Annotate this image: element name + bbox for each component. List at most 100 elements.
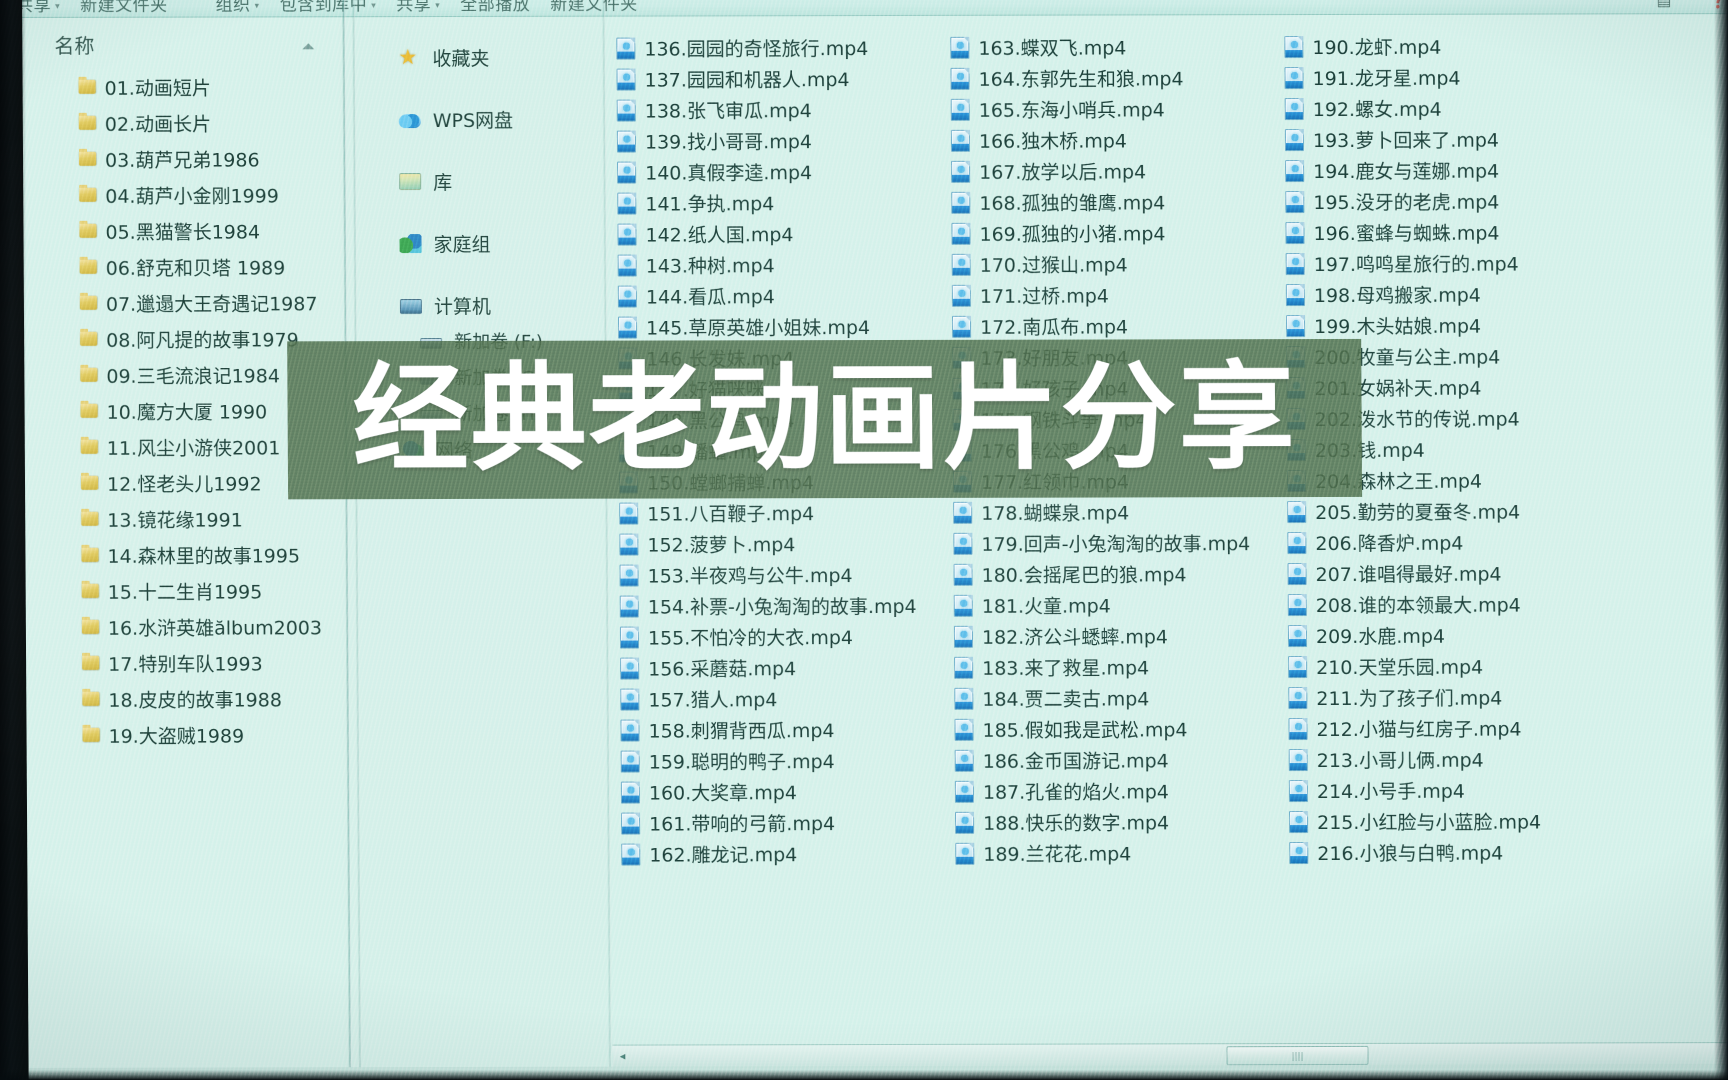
file-list-item[interactable]: 172.南瓜布.mp4	[946, 310, 1280, 342]
file-list-item-label: 211.为了孩子们.mp4	[1316, 687, 1503, 711]
folder-list-item[interactable]: 04.葫芦小金刚1999	[21, 176, 339, 213]
file-list-item[interactable]: 215.小红脸与小蓝脸.mp4	[1283, 805, 1617, 837]
folder-list-item[interactable]: 16.水浒英雄ălbum2003	[24, 608, 342, 645]
file-list-item[interactable]: 169.孤独的小猪.mp4	[945, 217, 1279, 249]
folder-list-item[interactable]: 15.十二生肖1995	[24, 572, 342, 609]
file-list-item[interactable]: 195.没牙的老虎.mp4	[1279, 185, 1613, 217]
file-list-item[interactable]: 189.兰花花.mp4	[949, 837, 1283, 869]
nav-item-4[interactable]: 计算机	[358, 287, 606, 324]
file-list-item[interactable]: 187.孔雀的焰火.mp4	[949, 775, 1283, 807]
folder-list-item[interactable]: 06.舒克和贝塔 1989	[22, 248, 340, 285]
file-list-item[interactable]: 164.东郭先生和狼.mp4	[944, 62, 1278, 94]
file-list-item[interactable]: 213.小哥儿俩.mp4	[1283, 743, 1617, 775]
video-thumb-glyph-icon	[1289, 162, 1302, 174]
file-list-item[interactable]: 214.小号手.mp4	[1283, 774, 1617, 806]
file-list-item[interactable]: 199.木头姑娘.mp4	[1280, 309, 1614, 341]
file-list-item[interactable]: 155.不怕冷的大衣.mp4	[614, 621, 948, 653]
file-list-item[interactable]: 197.鸣鸣星旅行的.mp4	[1280, 247, 1614, 279]
file-list-item[interactable]: 144.看瓜.mp4	[612, 280, 946, 312]
folder-list-item[interactable]: 01.动画短片	[20, 68, 338, 105]
file-list-item[interactable]: 209.水鹿.mp4	[1282, 619, 1616, 651]
file-list-item[interactable]: 208.谁的本领最大.mp4	[1282, 588, 1616, 620]
file-list-item[interactable]: 151.八百鞭子.mp4	[613, 497, 947, 529]
toolbar-new-folder[interactable]: 新建文件夹	[540, 0, 648, 15]
file-list-item[interactable]: 163.蝶双飞.mp4	[944, 31, 1278, 63]
file-list-item[interactable]: 138.张飞审瓜.mp4	[611, 94, 945, 126]
file-list-item[interactable]: 171.过桥.mp4	[946, 279, 1280, 311]
column-header-name[interactable]: 名称	[20, 23, 338, 69]
file-list-item[interactable]: 159.聪明的鸭子.mp4	[615, 745, 949, 777]
file-list-item[interactable]: 194.鹿女与莲娜.mp4	[1279, 154, 1613, 186]
file-list-item[interactable]: 181.火童.mp4	[948, 589, 1282, 621]
file-list-item[interactable]: 196.蜜蜂与蜘蛛.mp4	[1279, 216, 1613, 248]
file-list-item[interactable]: 139.找小哥哥.mp4	[611, 125, 945, 157]
chevron-down-icon[interactable]: ▾	[1690, 0, 1695, 3]
file-list-item[interactable]: 179.回声-小兔淘淘的故事.mp4	[947, 527, 1281, 559]
file-list-item[interactable]: 157.猎人.mp4	[614, 683, 948, 715]
nav-item-0[interactable]: ★ 收藏夹	[356, 39, 604, 76]
horizontal-scrollbar[interactable]: ◂ ▸	[612, 1042, 1728, 1067]
file-list-item[interactable]: 192.螺女.mp4	[1279, 92, 1613, 124]
file-list-item[interactable]: 211.为了孩子们.mp4	[1282, 681, 1616, 713]
file-list-item[interactable]: 216.小狼与白鸭.mp4	[1283, 836, 1617, 868]
file-list-item[interactable]: 170.过猴山.mp4	[946, 248, 1280, 280]
file-list-item[interactable]: 143.种树.mp4	[612, 249, 946, 281]
file-list-item[interactable]: 188.快乐的数字.mp4	[949, 806, 1283, 838]
file-list-item[interactable]: 165.东海小哨兵.mp4	[945, 93, 1279, 125]
folder-list-item[interactable]: 19.大盗贼1989	[24, 716, 342, 753]
toolbar-organize[interactable]: 组织 ▾	[206, 0, 270, 16]
file-list-item[interactable]: 210.天堂乐园.mp4	[1282, 650, 1616, 682]
file-list-item[interactable]: 184.贾二卖古.mp4	[948, 682, 1282, 714]
toolbar-include-in-library[interactable]: 包含到库中 ▾	[270, 0, 387, 15]
file-list-item[interactable]: 206.降香炉.mp4	[1281, 526, 1615, 558]
folder-list-item[interactable]: 18.皮皮的故事1988	[24, 680, 342, 717]
file-list-item[interactable]: 136.园园的奇怪旅行.mp4	[610, 32, 944, 64]
file-list-item[interactable]: 212.小猫与红房子.mp4	[1282, 712, 1616, 744]
file-list-item[interactable]: 156.采蘑菇.mp4	[614, 652, 948, 684]
file-list-item[interactable]: 193.萝卜回来了.mp4	[1279, 123, 1613, 155]
toolbar-share[interactable]: 共享 ▾	[386, 0, 450, 15]
file-list-item[interactable]: 142.纸人国.mp4	[611, 218, 945, 250]
file-list-item[interactable]: 160.大奖章.mp4	[615, 776, 949, 808]
folder-list-item[interactable]: 05.黑猫警长1984	[21, 212, 339, 249]
folder-list-item[interactable]: 13.镜花缘1991	[23, 500, 341, 537]
folder-list-item[interactable]: 03.葫芦兄弟1986	[21, 140, 339, 177]
file-list-item[interactable]: 166.独木桥.mp4	[945, 124, 1279, 156]
file-list-item[interactable]: 207.谁唱得最好.mp4	[1281, 557, 1615, 589]
file-list-item[interactable]: 161.带响的弓箭.mp4	[615, 807, 949, 839]
file-list-item[interactable]: 190.龙虾.mp4	[1278, 30, 1612, 62]
file-list-item[interactable]: 185.假如我是武松.mp4	[948, 713, 1282, 745]
nav-item-2[interactable]: 库	[357, 163, 605, 200]
file-list-item[interactable]: 162.雕龙记.mp4	[615, 838, 949, 870]
file-list-item[interactable]: 178.蝴蝶泉.mp4	[947, 496, 1281, 528]
file-list-item[interactable]: 140.真假李逵.mp4	[611, 156, 945, 188]
folder-list-item[interactable]: 07.邋遢大王奇遇记1987	[22, 284, 340, 321]
file-list-item[interactable]: 153.半夜鸡与公牛.mp4	[613, 559, 947, 591]
file-list-item[interactable]: 191.龙牙星.mp4	[1278, 61, 1612, 93]
file-list-item[interactable]: 158.刺猬背西瓜.mp4	[614, 714, 948, 746]
toolbar-play-all[interactable]: 全部播放	[450, 0, 540, 15]
list-view-icon[interactable]: ▤	[1656, 0, 1671, 9]
file-list-item[interactable]: 167.放学以后.mp4	[945, 155, 1279, 187]
file-list-item[interactable]: 154.补票-小兔淘淘的故事.mp4	[614, 590, 948, 622]
file-list-item[interactable]: 137.园园和机器人.mp4	[610, 63, 944, 95]
file-list-item[interactable]: 205.勤劳的夏蚕冬.mp4	[1281, 495, 1615, 527]
folder-list-item[interactable]: 14.森林里的故事1995	[23, 536, 341, 573]
file-list-item[interactable]: 180.会摇尾巴的狼.mp4	[947, 558, 1281, 590]
file-list-item[interactable]: 168.孤独的雏鹰.mp4	[945, 186, 1279, 218]
file-list-item[interactable]: 198.母鸡搬家.mp4	[1280, 278, 1614, 310]
file-list-item[interactable]: 152.菠萝卜.mp4	[613, 528, 947, 560]
file-list-item[interactable]: 182.济公斗蟋蟀.mp4	[948, 620, 1282, 652]
toolbar-bg-new-folder[interactable]: 新建文件夹	[70, 0, 178, 16]
file-list-item[interactable]: 186.金币国游记.mp4	[949, 744, 1283, 776]
folder-list-item[interactable]: 02.动画长片	[21, 104, 339, 141]
file-list-item[interactable]: 141.争执.mp4	[611, 187, 945, 219]
nav-item-1[interactable]: WPS网盘	[357, 101, 605, 138]
scroll-left-arrow-icon[interactable]: ◂	[612, 1050, 632, 1063]
file-list-item[interactable]: 183.来了救星.mp4	[948, 651, 1282, 683]
folder-list-item[interactable]: 17.特别车队1993	[24, 644, 342, 681]
nav-item-3[interactable]: 家庭组	[357, 225, 605, 262]
file-list-item[interactable]: 145.草原英雄小姐妹.mp4	[612, 311, 946, 343]
scrollbar-thumb[interactable]	[1226, 1045, 1369, 1065]
scrollbar-track[interactable]	[632, 1044, 1728, 1066]
